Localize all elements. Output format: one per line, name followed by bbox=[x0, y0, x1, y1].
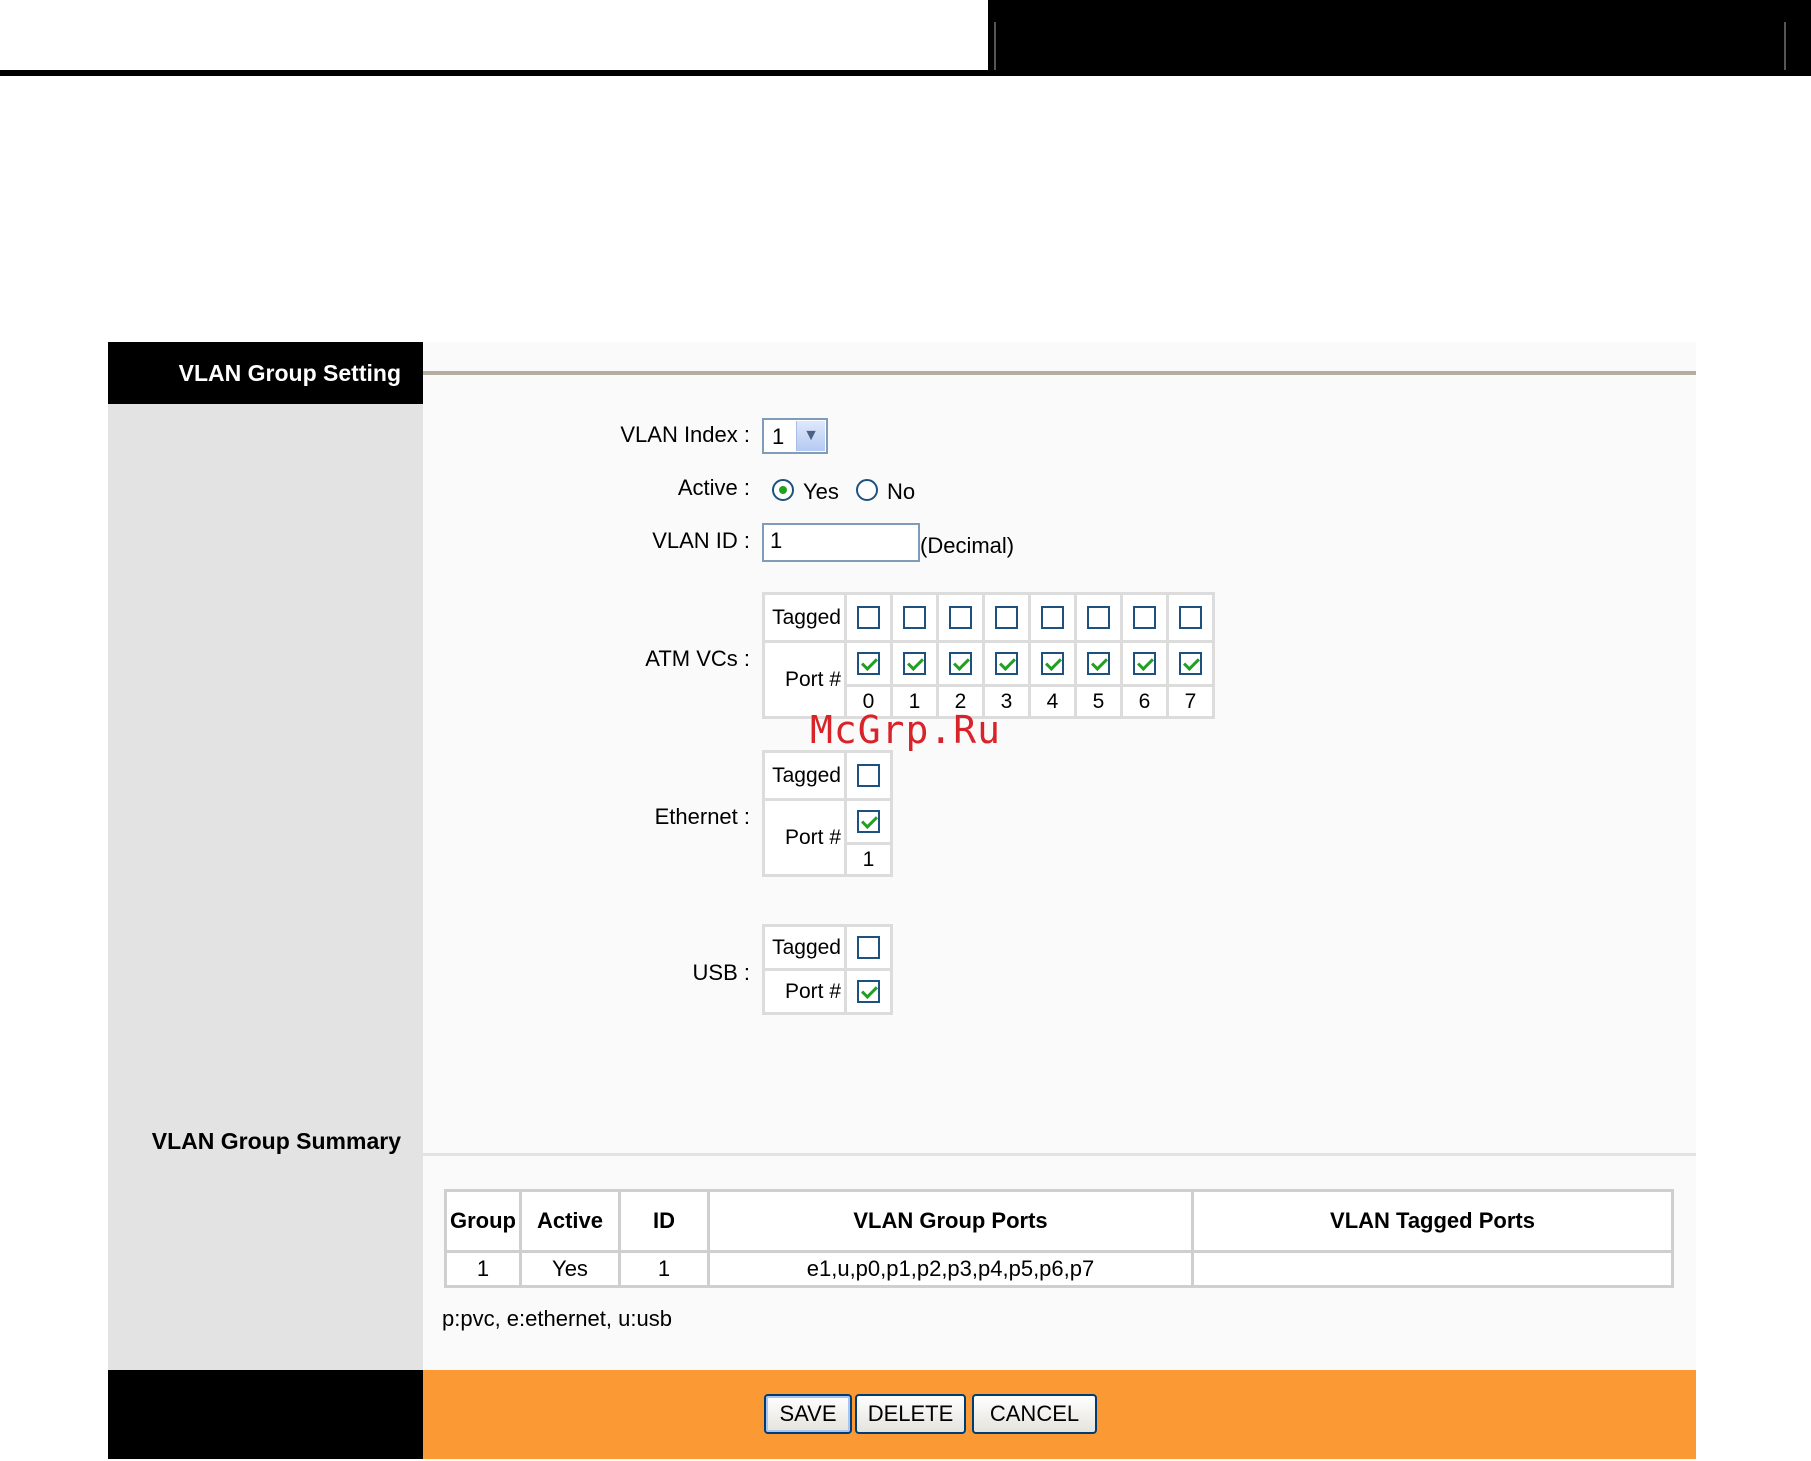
ethernet-tagged-checkbox[interactable] bbox=[857, 764, 880, 788]
active-label: Active : bbox=[677, 475, 750, 500]
vlan-id-hint: (Decimal) bbox=[920, 533, 1015, 558]
vlan-index-value: 1 bbox=[772, 424, 785, 449]
summary-rule bbox=[423, 1153, 1696, 1156]
summary-title: VLAN Group Summary bbox=[151, 1128, 401, 1154]
summary-header-id: ID bbox=[618, 1189, 710, 1253]
watermark: McGrp.Ru bbox=[810, 708, 1002, 752]
delete-button[interactable]: DELETE bbox=[855, 1394, 966, 1434]
ethernet-tagged-label: Tagged bbox=[762, 750, 847, 801]
atm-port-label: Port # bbox=[762, 640, 847, 719]
summary-header-tagged-ports: VLAN Tagged Ports bbox=[1191, 1189, 1674, 1253]
atm-tagged-checkbox[interactable] bbox=[1133, 606, 1156, 630]
atm-tagged-label: Tagged bbox=[762, 592, 847, 643]
summary-cell-id: 1 bbox=[618, 1250, 710, 1288]
ethernet-label: Ethernet : bbox=[654, 804, 750, 829]
atm-port-number: 6 bbox=[1120, 684, 1169, 719]
section-title-rule bbox=[423, 371, 1696, 375]
atm-port-checkbox[interactable] bbox=[1041, 652, 1064, 676]
summary-header-group: Group bbox=[444, 1189, 522, 1253]
atm-port-checkbox[interactable] bbox=[1087, 652, 1110, 676]
header-rule bbox=[0, 70, 988, 76]
ethernet-port-checkbox[interactable] bbox=[857, 810, 880, 834]
chevron-down-icon[interactable]: ▼ bbox=[796, 421, 825, 451]
header-tick-right bbox=[1784, 22, 1786, 70]
atm-vcs-table: Tagged Port # 0 1 2 3 4 5 6 7 bbox=[762, 592, 1215, 719]
atm-vcs-label: ATM VCs : bbox=[645, 646, 750, 671]
summary-cell-group: 1 bbox=[444, 1250, 522, 1288]
atm-tagged-checkbox[interactable] bbox=[949, 606, 972, 630]
save-button[interactable]: SAVE bbox=[764, 1394, 852, 1434]
header-tick-left bbox=[994, 22, 996, 70]
ethernet-port-label: Port # bbox=[762, 798, 847, 877]
usb-tagged-label: Tagged bbox=[762, 924, 847, 971]
active-yes-radio[interactable] bbox=[772, 479, 794, 501]
atm-tagged-checkbox[interactable] bbox=[1179, 606, 1202, 630]
atm-port-checkbox[interactable] bbox=[1133, 652, 1156, 676]
summary-table: Group Active ID VLAN Group Ports VLAN Ta… bbox=[444, 1189, 1674, 1288]
atm-tagged-checkbox[interactable] bbox=[1087, 606, 1110, 630]
atm-port-number: 7 bbox=[1166, 684, 1215, 719]
vlan-index-select[interactable]: 1 ▼ bbox=[762, 418, 828, 454]
summary-legend: p:pvc, e:ethernet, u:usb bbox=[442, 1306, 672, 1331]
atm-tagged-checkbox[interactable] bbox=[857, 606, 880, 630]
atm-port-checkbox[interactable] bbox=[857, 652, 880, 676]
cancel-button[interactable]: CANCEL bbox=[972, 1394, 1097, 1434]
atm-tagged-checkbox[interactable] bbox=[995, 606, 1018, 630]
atm-tagged-checkbox[interactable] bbox=[903, 606, 926, 630]
usb-port-checkbox[interactable] bbox=[857, 980, 880, 1004]
atm-port-number: 5 bbox=[1074, 684, 1123, 719]
sidebar bbox=[108, 342, 423, 1370]
active-no-radio[interactable] bbox=[856, 479, 878, 501]
usb-table: Tagged Port # bbox=[762, 924, 893, 1015]
summary-header-active: Active bbox=[519, 1189, 621, 1253]
ethernet-table: Tagged Port # 1 bbox=[762, 750, 893, 877]
active-no-label: No bbox=[887, 479, 916, 504]
usb-tagged-checkbox[interactable] bbox=[857, 936, 880, 960]
atm-port-number: 4 bbox=[1028, 684, 1077, 719]
footer-black-bar bbox=[108, 1370, 423, 1459]
atm-port-checkbox[interactable] bbox=[995, 652, 1018, 676]
summary-cell-group-ports: e1,u,p0,p1,p2,p3,p4,p5,p6,p7 bbox=[707, 1250, 1194, 1288]
vlan-index-label: VLAN Index : bbox=[620, 422, 750, 447]
usb-port-label: Port # bbox=[762, 968, 847, 1015]
summary-header-group-ports: VLAN Group Ports bbox=[707, 1189, 1194, 1253]
atm-tagged-checkbox[interactable] bbox=[1041, 606, 1064, 630]
atm-port-checkbox[interactable] bbox=[949, 652, 972, 676]
section-title: VLAN Group Setting bbox=[178, 360, 401, 386]
header-black-bar bbox=[988, 0, 1811, 76]
usb-label: USB : bbox=[692, 960, 750, 985]
active-yes-label: Yes bbox=[803, 479, 839, 504]
vlan-id-input[interactable]: 1 bbox=[762, 523, 920, 562]
table-row: 1 Yes 1 e1,u,p0,p1,p2,p3,p4,p5,p6,p7 bbox=[444, 1250, 1674, 1288]
summary-cell-tagged-ports bbox=[1191, 1250, 1674, 1288]
summary-cell-active: Yes bbox=[519, 1250, 621, 1288]
atm-port-checkbox[interactable] bbox=[903, 652, 926, 676]
ethernet-port-number: 1 bbox=[844, 842, 893, 877]
atm-port-checkbox[interactable] bbox=[1179, 652, 1202, 676]
vlan-id-label: VLAN ID : bbox=[652, 528, 750, 553]
